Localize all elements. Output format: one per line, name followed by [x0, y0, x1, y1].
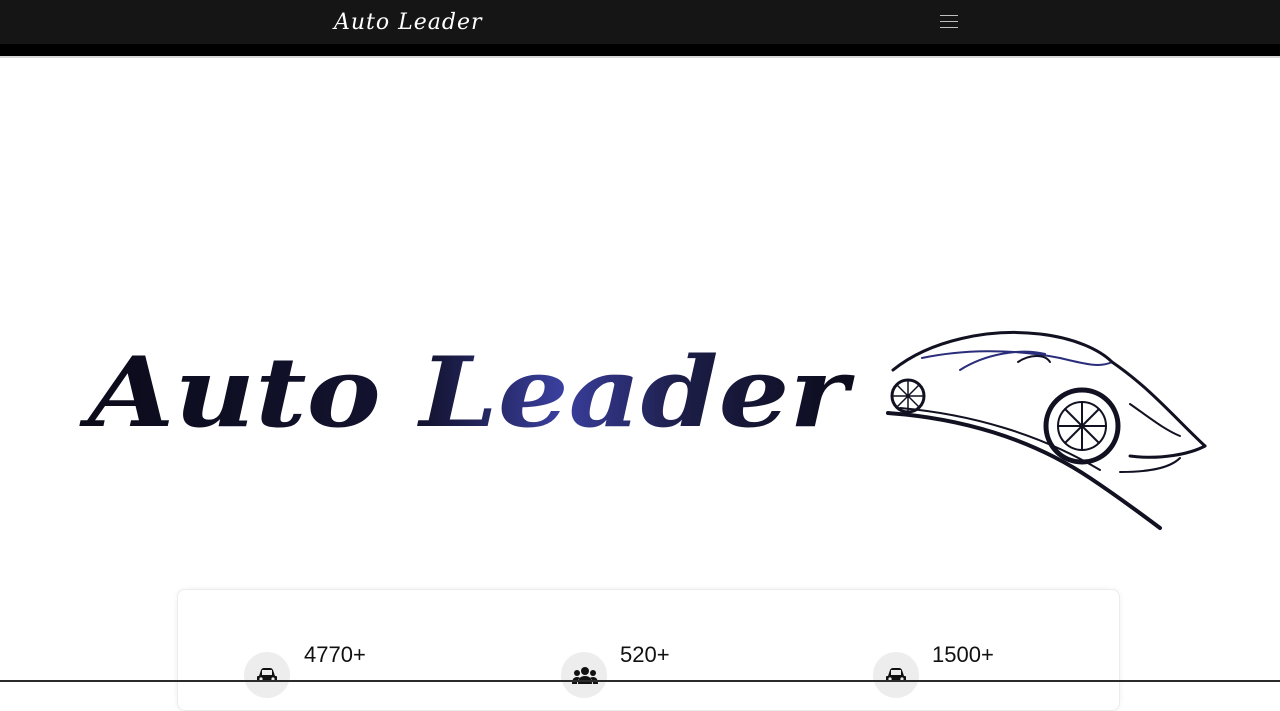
sports-car-logo [886, 331, 1207, 530]
hamburger-line [940, 21, 958, 22]
stat-value: 4770+ [304, 642, 366, 667]
navbar-bottom-bar [0, 44, 1280, 56]
stat-value: 1500+ [932, 642, 994, 667]
stat-value: 520+ [620, 642, 670, 667]
hero-banner: Auto Leader [0, 58, 1280, 578]
hamburger-menu-icon[interactable] [938, 13, 960, 29]
hamburger-line [940, 15, 958, 16]
hamburger-line [940, 27, 958, 28]
navbar-brand[interactable]: Auto Leader [334, 8, 483, 38]
car-icon [873, 652, 919, 698]
logo-wordmark: Auto Leader [79, 336, 856, 449]
hero-logo: Auto Leader [79, 331, 1207, 530]
car-icon [244, 652, 290, 698]
users-icon [561, 652, 607, 698]
stats-card: 4770+ 520+ 1500+ [177, 589, 1120, 711]
top-navbar: Auto Leader [0, 0, 1280, 44]
logo-text: Auto Leader [79, 336, 856, 449]
